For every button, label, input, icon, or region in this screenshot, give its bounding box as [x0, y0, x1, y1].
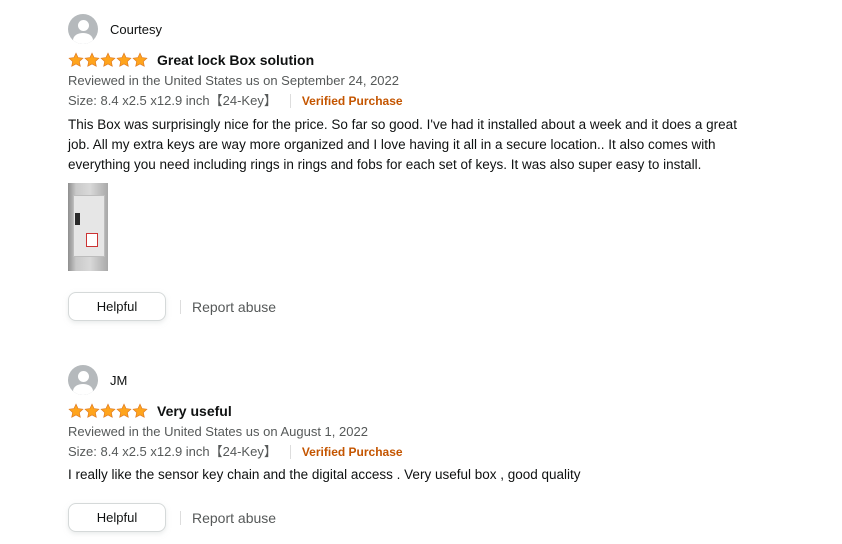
review-image-thumbnail[interactable]	[68, 183, 108, 271]
verified-purchase-badge: Verified Purchase	[301, 445, 403, 459]
review-title[interactable]: Great lock Box solution	[157, 52, 314, 68]
helpful-button[interactable]: Helpful	[68, 292, 166, 321]
star-icon	[132, 52, 148, 67]
avatar-icon	[68, 14, 98, 44]
star-icon	[84, 403, 100, 418]
star-icon	[100, 52, 116, 67]
reviewer-profile[interactable]: JM	[68, 365, 768, 395]
star-icon	[68, 403, 84, 418]
review-card: Courtesy Great lock Box solution Reviewe…	[68, 14, 768, 321]
review-actions: Helpful Report abuse	[68, 503, 768, 532]
divider	[180, 299, 181, 314]
review-date: Reviewed in the United States us on Sept…	[68, 73, 399, 88]
review-date: Reviewed in the United States us on Augu…	[68, 424, 368, 439]
review-format-row: Size: 8.4 x2.5 x12.9 inch【24-Key】 Verifi…	[68, 443, 768, 461]
reviewer-profile[interactable]: Courtesy	[68, 14, 768, 44]
review-card: JM Very useful Reviewed in the United St…	[68, 365, 768, 532]
star-icon	[116, 403, 132, 418]
avatar-icon	[68, 365, 98, 395]
report-abuse-link[interactable]: Report abuse	[192, 299, 276, 315]
reviewer-name: Courtesy	[110, 21, 163, 37]
review-body: This Box was surprisingly nice for the p…	[68, 117, 737, 172]
divider	[289, 94, 291, 108]
star-icon	[84, 52, 100, 67]
report-abuse-link[interactable]: Report abuse	[192, 510, 276, 526]
review-actions: Helpful Report abuse	[68, 292, 768, 321]
review-size: Size: 8.4 x2.5 x12.9 inch【24-Key】	[68, 93, 277, 108]
helpful-button[interactable]: Helpful	[68, 503, 166, 532]
review-body: I really like the sensor key chain and t…	[68, 467, 581, 482]
star-rating	[68, 52, 148, 68]
review-title-row[interactable]: Very useful	[68, 402, 768, 420]
star-icon	[100, 403, 116, 418]
star-icon	[68, 52, 84, 67]
star-rating	[68, 403, 148, 419]
star-icon	[116, 52, 132, 67]
divider	[180, 510, 181, 525]
divider	[289, 445, 291, 459]
star-icon	[132, 403, 148, 418]
reviewer-name: JM	[110, 372, 128, 388]
review-format-row: Size: 8.4 x2.5 x12.9 inch【24-Key】 Verifi…	[68, 92, 768, 110]
verified-purchase-badge: Verified Purchase	[301, 94, 403, 108]
review-size: Size: 8.4 x2.5 x12.9 inch【24-Key】	[68, 444, 277, 459]
review-title[interactable]: Very useful	[157, 403, 232, 419]
review-title-row[interactable]: Great lock Box solution	[68, 51, 768, 69]
